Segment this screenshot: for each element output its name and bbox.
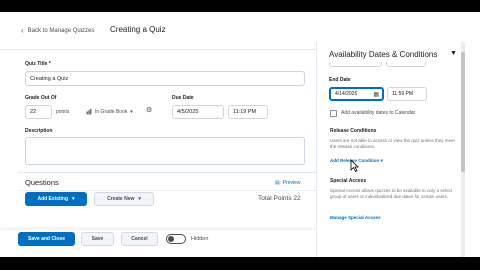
save-button[interactable]: Save: [81, 232, 114, 246]
quiz-editor-screen: ‹ Back to Manage Quizzes Creating a Quiz…: [0, 12, 480, 257]
chevron-down-icon: ▾: [72, 196, 75, 202]
add-calendar-checkbox[interactable]: [330, 110, 337, 117]
chevron-left-icon: ‹: [21, 26, 24, 35]
create-new-button[interactable]: Create New ▾: [94, 192, 154, 206]
page-title: Creating a Quiz: [110, 25, 166, 34]
caret-down-icon[interactable]: ▼: [450, 50, 457, 57]
total-points: Total Points 22: [258, 195, 301, 202]
questions-title: Questions: [25, 178, 59, 187]
grade-out-of-label: Grade Out Of: [25, 95, 57, 101]
grade-out-of-input[interactable]: 22: [25, 105, 52, 119]
create-new-label: Create New: [107, 196, 135, 202]
availability-heading[interactable]: Availability Dates & Conditions: [329, 50, 437, 59]
grade-book-icon: [86, 109, 92, 115]
back-link[interactable]: ‹ Back to Manage Quizzes: [21, 26, 94, 35]
end-time-input[interactable]: 11:59 PM: [387, 87, 427, 101]
cancel-button[interactable]: Cancel: [121, 232, 158, 246]
special-access-text: Special Access allows quizzes to be avai…: [330, 188, 453, 199]
preview-label: Preview: [282, 180, 301, 186]
special-access-label: Special Access: [330, 178, 367, 184]
quiz-title-input[interactable]: Creating a Quiz: [25, 71, 305, 86]
gear-icon[interactable]: ⚙: [146, 106, 152, 114]
end-date-input[interactable]: 4/14/2025 ▦: [329, 87, 384, 101]
start-date-input[interactable]: [329, 62, 382, 67]
start-time-input[interactable]: [386, 62, 426, 67]
release-conditions-text: Users are not able to access or view the…: [330, 138, 455, 149]
chevron-down-icon: ▾: [380, 158, 383, 163]
hidden-label: Hidden: [191, 236, 209, 242]
due-date-input[interactable]: 4/5/2025: [172, 105, 224, 119]
section-divider: [18, 172, 316, 173]
questions-divider: [18, 190, 316, 191]
chevron-down-icon: ▾: [130, 109, 133, 115]
grade-item-label: In Grade Book: [95, 109, 128, 115]
availability-panel: Availability Dates & Conditions ▼ End Da…: [316, 42, 465, 257]
add-calendar-label: Add availability dates to Calendar: [341, 110, 416, 116]
right-rail: [465, 12, 480, 257]
due-time-input[interactable]: 11:19 PM: [228, 105, 268, 119]
end-date-label: End Date: [329, 77, 351, 83]
save-and-close-button[interactable]: Save and Close: [18, 232, 75, 246]
description-editor[interactable]: [25, 137, 305, 165]
release-conditions-label: Release Conditions: [330, 128, 377, 134]
toggle-knob: [168, 236, 174, 242]
add-existing-label: Add Existing: [37, 196, 69, 202]
back-link-label: Back to Manage Quizzes: [27, 27, 95, 34]
mouse-cursor-icon: [350, 159, 359, 172]
hidden-toggle[interactable]: [166, 234, 186, 244]
add-existing-button[interactable]: Add Existing ▾: [25, 192, 87, 206]
preview-link[interactable]: ▤ Preview: [275, 180, 301, 186]
description-label: Description: [25, 128, 53, 134]
due-date-label: Due Date: [172, 95, 194, 101]
chevron-down-icon: ▾: [138, 196, 141, 202]
quiz-title-label: Quiz Title *: [25, 61, 51, 67]
points-label: points: [56, 109, 70, 115]
calendar-icon: ▦: [373, 91, 379, 98]
end-date-value: 4/14/2025: [335, 91, 358, 97]
preview-icon: ▤: [275, 180, 280, 186]
grade-item-selector[interactable]: In Grade Book ▾: [86, 109, 133, 115]
manage-special-access-link[interactable]: Manage Special Access: [330, 215, 381, 220]
